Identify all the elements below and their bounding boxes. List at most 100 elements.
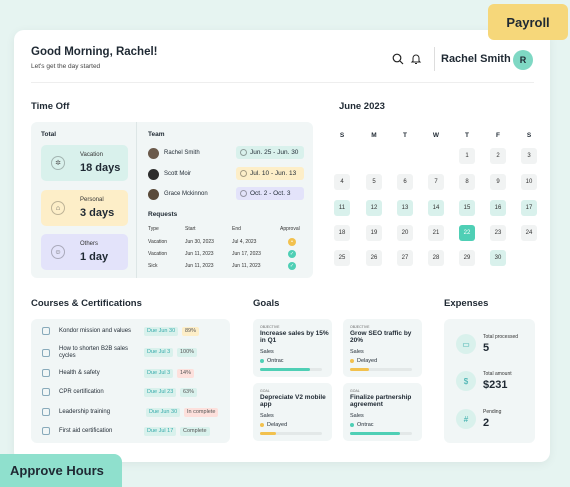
course-name: Leadership training — [59, 408, 111, 415]
team-member[interactable]: Scott Moir — [148, 167, 191, 181]
calendar-day[interactable]: 29 — [459, 250, 475, 266]
calendar-day[interactable]: 13 — [397, 200, 413, 216]
calendar-day[interactable]: 9 — [490, 174, 506, 190]
goal-progress-fill — [260, 432, 276, 435]
goal-status-text: Delayed — [267, 422, 288, 428]
card-icon: ▭ — [456, 334, 476, 354]
goal-type-label: GOAL — [350, 389, 360, 393]
calendar-day[interactable]: 15 — [459, 200, 475, 216]
calendar-day[interactable]: 24 — [521, 225, 537, 241]
calendar-day[interactable]: 10 — [521, 174, 537, 190]
team-member[interactable]: Grace Mckinnon — [148, 187, 208, 201]
course-item[interactable]: Leadership training — [42, 408, 144, 416]
tile-others[interactable]: ☺ Others 1 day — [41, 234, 128, 270]
calendar-day[interactable]: 12 — [366, 200, 382, 216]
calendar-day[interactable]: 22 — [459, 225, 475, 241]
course-name: Health & safety — [59, 369, 100, 376]
goal-status-text: Delayed — [357, 358, 378, 364]
greeting: Good Morning, Rachel! — [31, 46, 158, 58]
calendar-day[interactable]: 28 — [428, 250, 444, 266]
calendar-day[interactable]: 8 — [459, 174, 475, 190]
calendar-day[interactable]: 18 — [334, 225, 350, 241]
greeting-subtitle: Let's get the day started — [31, 63, 101, 70]
courses-title: Courses & Certifications — [31, 298, 142, 309]
goal-status: Delayed — [350, 358, 377, 364]
pending-icon[interactable]: • — [288, 238, 296, 246]
approve-hours-button[interactable]: Approve Hours — [0, 454, 122, 487]
request-type: Vacation — [148, 239, 168, 245]
date-range: Oct. 2 - Oct. 3 — [250, 190, 291, 197]
payroll-button[interactable]: Payroll — [488, 4, 568, 40]
date-range: Jun. 25 - Jun. 30 — [250, 149, 299, 156]
avatar — [148, 168, 159, 180]
team-member-name: Rachel Smith — [164, 150, 200, 156]
expense-value: $231 — [483, 379, 508, 391]
goal-card[interactable]: OBJECTIVE Grow SEO traffic by 20% Sales Del… — [343, 319, 422, 377]
due-date-badge: Due Jun 30 — [144, 327, 179, 336]
calendar-day[interactable]: 20 — [397, 225, 413, 241]
status-badge: 63% — [180, 388, 198, 397]
course-icon — [42, 427, 50, 435]
course-item[interactable]: Kondor mission and values — [42, 327, 144, 335]
due-date-badge: Due Jul 17 — [144, 427, 177, 436]
course-name: How to shorten B2B sales cycles — [59, 346, 129, 359]
due-date-badge: Due Jul 3 — [144, 369, 174, 378]
calendar-day[interactable]: 27 — [397, 250, 413, 266]
dollar-icon: $ — [456, 371, 476, 391]
tile-vacation[interactable]: ✲ Vacation 18 days — [41, 145, 128, 181]
weekday-label: S — [526, 132, 532, 139]
calendar-day[interactable]: 17 — [521, 200, 537, 216]
calendar-day[interactable]: 5 — [366, 174, 382, 190]
weekday-label: T — [465, 132, 469, 139]
course-item[interactable]: Health & safety — [42, 369, 144, 377]
home-icon: ⌂ — [51, 201, 65, 215]
calendar-day[interactable]: 30 — [490, 250, 506, 266]
weekday-label: F — [496, 132, 500, 139]
check-icon[interactable]: ✓ — [288, 250, 296, 258]
course-item[interactable]: How to shorten B2B sales cycles — [42, 346, 144, 360]
user-name[interactable]: Rachel Smith — [441, 53, 511, 65]
calendar-day[interactable]: 11 — [334, 200, 350, 216]
tile-personal[interactable]: ⌂ Personal 3 days — [41, 190, 128, 226]
avatar[interactable]: R — [513, 50, 533, 70]
header-rule — [31, 82, 534, 83]
tile-value: 3 days — [80, 207, 115, 219]
course-name: CPR certification — [59, 388, 104, 395]
calendar-day[interactable]: 2 — [490, 148, 506, 164]
goal-progress-fill — [260, 368, 310, 371]
goal-type-label: OBJECTIVE — [350, 325, 370, 329]
calendar-day[interactable]: 21 — [428, 225, 444, 241]
status-dot — [260, 359, 264, 363]
calendar-day[interactable]: 19 — [366, 225, 382, 241]
goal-status-text: Ontrac — [267, 358, 284, 364]
course-icon — [42, 408, 50, 416]
calendar-day[interactable]: 4 — [334, 174, 350, 190]
status-badge: Complete — [180, 427, 210, 436]
course-icon — [42, 369, 50, 377]
tile-label: Others — [80, 241, 99, 247]
goal-card[interactable]: GOAL Finalize partnership agreement Sales O… — [343, 383, 422, 441]
request-start: Jun 11, 2023 — [185, 251, 214, 257]
calendar-day[interactable]: 26 — [366, 250, 382, 266]
bell-icon[interactable] — [410, 52, 422, 70]
calendar-day[interactable]: 1 — [459, 148, 475, 164]
calendar-day[interactable]: 6 — [397, 174, 413, 190]
team-member[interactable]: Rachel Smith — [148, 146, 200, 160]
goal-type-label: GOAL — [260, 389, 270, 393]
calendar-day[interactable]: 23 — [490, 225, 506, 241]
goal-card[interactable]: OBJECTIVE Increase sales by 15% in Q1 Sale… — [253, 319, 332, 377]
goal-status: Ontrac — [350, 422, 374, 428]
calendar-day[interactable]: 14 — [428, 200, 444, 216]
calendar-day[interactable]: 7 — [428, 174, 444, 190]
course-item[interactable]: First aid certification — [42, 427, 144, 435]
course-item[interactable]: CPR certification — [42, 388, 144, 396]
calendar-day[interactable]: 25 — [334, 250, 350, 266]
expense-value: 2 — [483, 417, 490, 429]
goal-card[interactable]: GOAL Depreciate V2 mobile app Sales Delayed — [253, 383, 332, 441]
goal-department: Sales — [350, 413, 364, 419]
calendar-day[interactable]: 3 — [521, 148, 537, 164]
search-icon[interactable] — [392, 52, 404, 70]
check-icon[interactable]: ✓ — [288, 262, 296, 270]
calendar-day[interactable]: 16 — [490, 200, 506, 216]
course-icon — [42, 349, 50, 357]
